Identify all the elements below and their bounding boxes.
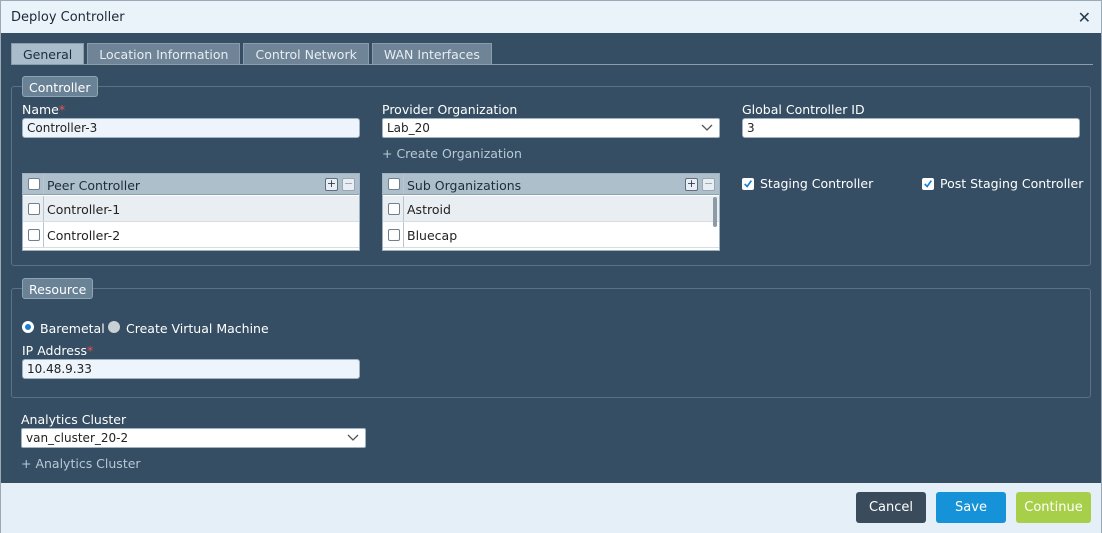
ip-address-label: IP Address* (22, 343, 94, 358)
row-checkbox[interactable] (388, 229, 400, 241)
tab-divider (11, 64, 1093, 65)
table-row[interactable]: Bluecap (383, 222, 719, 248)
peer-controller-header: Peer Controller + − (23, 174, 359, 195)
staging-controller-checkbox[interactable] (742, 178, 754, 190)
analytics-cluster-label: Analytics Cluster (21, 412, 127, 427)
post-staging-controller-label: Post Staging Controller (940, 176, 1084, 191)
add-peer-icon[interactable]: + (325, 178, 338, 191)
tab-wan-interfaces[interactable]: WAN Interfaces (371, 43, 492, 65)
dialog-titlebar: Deploy Controller ✕ (1, 1, 1101, 33)
staging-controller-label: Staging Controller (760, 176, 874, 191)
column-separator (403, 174, 404, 194)
resource-legend: Resource (22, 278, 94, 299)
deploy-controller-dialog: Deploy Controller ✕ General Location Inf… (0, 0, 1102, 533)
table-row[interactable]: Astroid (383, 196, 719, 222)
chevron-down-icon (347, 434, 359, 441)
global-controller-id-input[interactable]: 3 (742, 118, 1080, 138)
resource-section (11, 288, 1091, 398)
peer-controller-grid: Peer Controller + − Controller-1 Control… (22, 173, 360, 251)
sub-organizations-column-title: Sub Organizations (407, 178, 522, 193)
global-controller-id-label: Global Controller ID (742, 102, 865, 117)
chevron-down-icon (701, 124, 713, 131)
continue-button[interactable]: Continue (1016, 492, 1091, 523)
tab-control-network[interactable]: Control Network (243, 43, 369, 65)
dialog-title: Deploy Controller (11, 10, 125, 25)
provider-organization-value: Lab_20 (387, 121, 430, 135)
tab-general[interactable]: General (11, 43, 85, 65)
row-checkbox[interactable] (28, 203, 40, 215)
analytics-cluster-value: van_cluster_20-2 (26, 431, 129, 445)
grid-scrollbar[interactable] (713, 197, 717, 227)
baremetal-radio[interactable] (22, 321, 34, 333)
create-organization-link[interactable]: + Create Organization (382, 146, 522, 161)
analytics-cluster-select[interactable]: van_cluster_20-2 (21, 428, 366, 448)
peer-controller-column-title: Peer Controller (47, 178, 141, 193)
post-staging-controller-checkbox[interactable] (922, 178, 934, 190)
ip-address-input[interactable]: 10.48.9.33 (22, 359, 360, 379)
remove-suborg-icon[interactable]: − (702, 178, 715, 191)
sub-organization-name: Astroid (407, 202, 451, 217)
add-suborg-icon[interactable]: + (685, 178, 698, 191)
row-checkbox[interactable] (388, 203, 400, 215)
peer-select-all-checkbox[interactable] (28, 178, 40, 190)
table-row[interactable]: Controller-2 (23, 222, 359, 248)
table-row[interactable]: Controller-1 (23, 196, 359, 222)
suborg-select-all-checkbox[interactable] (388, 178, 400, 190)
create-virtual-machine-label: Create Virtual Machine (126, 321, 269, 336)
column-separator (43, 174, 44, 194)
column-separator (403, 222, 404, 247)
name-label: Name* (22, 102, 66, 117)
sub-organization-name: Bluecap (407, 228, 458, 243)
cancel-button[interactable]: Cancel (856, 492, 926, 523)
column-separator (43, 222, 44, 247)
tab-location-information[interactable]: Location Information (87, 43, 241, 65)
tab-bar: General Location Information Control Net… (11, 43, 495, 65)
remove-peer-icon[interactable]: − (342, 178, 355, 191)
baremetal-label: Baremetal (40, 321, 105, 336)
provider-organization-select[interactable]: Lab_20 (382, 118, 720, 138)
sub-organizations-header: Sub Organizations + − (383, 174, 719, 195)
controller-legend: Controller (22, 76, 98, 97)
peer-controller-name: Controller-2 (47, 228, 121, 243)
column-separator (403, 196, 404, 221)
name-input[interactable]: Controller-3 (22, 118, 360, 138)
provider-organization-label: Provider Organization (382, 102, 518, 117)
column-separator (43, 196, 44, 221)
save-button[interactable]: Save (936, 492, 1006, 523)
sub-organizations-grid: Sub Organizations + − Astroid Bluecap (382, 173, 720, 251)
add-analytics-cluster-link[interactable]: + Analytics Cluster (21, 456, 141, 471)
row-checkbox[interactable] (28, 229, 40, 241)
checkmark-icon (924, 180, 933, 188)
create-virtual-machine-radio[interactable] (108, 321, 120, 333)
checkmark-icon (744, 180, 753, 188)
close-icon[interactable]: ✕ (1078, 8, 1091, 27)
peer-controller-name: Controller-1 (47, 202, 121, 217)
